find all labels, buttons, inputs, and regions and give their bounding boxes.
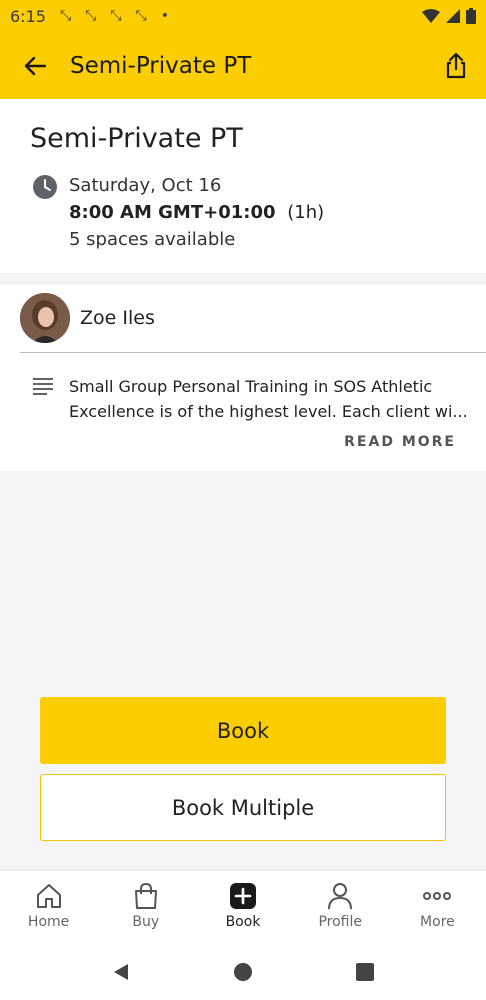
class-start-time: 8:00 AM GMT+01:00 bbox=[69, 202, 276, 223]
class-description: Small Group Personal Training in SOS Ath… bbox=[69, 377, 468, 421]
missed-call-icon: ⤡ bbox=[59, 8, 72, 24]
class-time: 8:00 AM GMT+01:00 (1h) bbox=[69, 202, 324, 223]
missed-call-icon: ⤡ bbox=[85, 8, 97, 24]
class-date: Saturday, Oct 16 bbox=[69, 175, 222, 196]
more-icon bbox=[423, 892, 452, 900]
nav-item-profile[interactable]: Profile bbox=[292, 871, 389, 944]
notification-dot-icon: • bbox=[160, 8, 170, 24]
missed-call-icon: ⤡ bbox=[110, 8, 122, 24]
spaces-available: 5 spaces available bbox=[69, 229, 236, 250]
nav-item-buy[interactable]: Buy bbox=[97, 871, 194, 944]
home-icon bbox=[36, 884, 61, 908]
class-info-card: Semi-Private PT Saturday, Oct 16 8:00 AM… bbox=[0, 99, 486, 273]
nav-item-more[interactable]: More bbox=[389, 871, 486, 944]
recents-square-icon[interactable] bbox=[355, 962, 375, 982]
nav-label-profile: Profile bbox=[318, 914, 362, 930]
back-button[interactable] bbox=[0, 32, 70, 99]
share-icon bbox=[446, 52, 466, 78]
read-more-link[interactable]: READ MORE bbox=[344, 434, 456, 450]
nav-label-home: Home bbox=[27, 914, 70, 930]
app-bar: Semi-Private PT bbox=[0, 32, 486, 99]
nav-label-book: Book bbox=[225, 914, 261, 930]
nav-label-buy: Buy bbox=[132, 914, 160, 930]
back-triangle-icon[interactable] bbox=[111, 962, 131, 982]
nav-item-book[interactable]: Book bbox=[194, 871, 291, 944]
share-button[interactable] bbox=[426, 32, 486, 99]
battery-icon bbox=[466, 8, 476, 24]
class-duration: (1h) bbox=[287, 202, 325, 223]
class-title: Semi-Private PT bbox=[30, 123, 243, 154]
status-bar: 6:15 ⤡ ⤡ ⤡ ⤡ • bbox=[0, 0, 486, 32]
avatar-photo bbox=[20, 293, 70, 343]
bottom-nav: Home Buy Book Profile More bbox=[0, 870, 486, 944]
book-multiple-button[interactable]: Book Multiple bbox=[40, 774, 446, 841]
plus-icon bbox=[230, 883, 256, 909]
description-icon bbox=[33, 378, 53, 395]
arrow-left-icon bbox=[24, 56, 46, 75]
class-details-card: Zoe Iles Small Group Personal Training i… bbox=[0, 285, 486, 471]
wifi-icon bbox=[422, 9, 440, 23]
nav-item-home[interactable]: Home bbox=[0, 871, 97, 944]
home-circle-icon[interactable] bbox=[233, 962, 253, 982]
missed-call-icon: ⤡ bbox=[135, 8, 147, 24]
divider bbox=[20, 352, 486, 353]
clock-icon bbox=[33, 175, 57, 199]
instructor-avatar[interactable] bbox=[20, 293, 70, 343]
bag-icon bbox=[134, 882, 157, 909]
instructor-name[interactable]: Zoe Iles bbox=[80, 307, 155, 329]
person-icon bbox=[328, 883, 353, 910]
status-time: 6:15 bbox=[10, 6, 46, 26]
nav-label-more: More bbox=[420, 914, 455, 930]
system-nav-bar bbox=[0, 944, 486, 1000]
app-bar-title: Semi-Private PT bbox=[70, 52, 252, 79]
signal-icon bbox=[446, 9, 460, 23]
book-button[interactable]: Book bbox=[40, 697, 446, 764]
